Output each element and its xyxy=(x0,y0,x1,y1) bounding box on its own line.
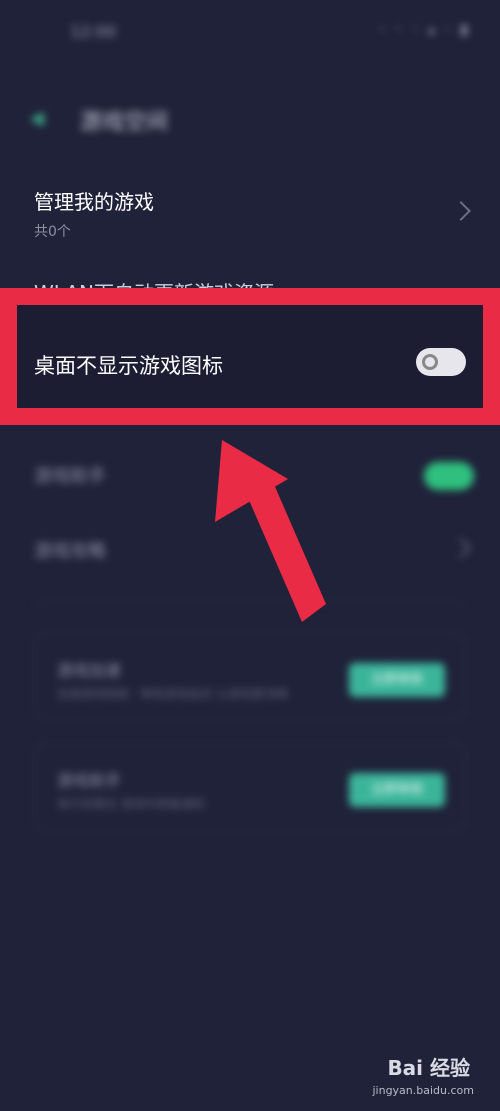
settings-item-game-assistant[interactable]: 游戏助手 xyxy=(34,462,474,490)
toggle-knob xyxy=(422,354,438,370)
highlight-box: 桌面不显示游戏图标 xyxy=(0,288,500,425)
game-assistant-toggle[interactable] xyxy=(424,462,474,490)
settings-item-label: 管理我的游戏 xyxy=(34,190,154,214)
settings-item-hide-icon-label: 桌面不显示游戏图标 xyxy=(34,354,223,378)
card-desc: 免打扰模式 游戏时屏蔽通知 xyxy=(57,797,205,811)
card-desc: 加速游戏网络 · 降低游戏延迟 让游戏更流畅 xyxy=(57,687,289,701)
watermark-url: jingyan.baidu.com xyxy=(372,1084,474,1097)
settings-item-label: 游戏助手 xyxy=(34,466,106,487)
hide-icon-toggle[interactable] xyxy=(416,348,466,376)
card-title: 游戏加速 xyxy=(57,661,122,680)
baidu-logo: Bai 经验 xyxy=(387,1056,470,1080)
feature-card: 游戏加速 加速游戏网络 · 降低游戏延迟 让游戏更流畅 立即体验 xyxy=(34,632,466,720)
card-title: 游戏助手 xyxy=(57,771,122,790)
settings-item-sub: 共0个 xyxy=(34,224,71,240)
divider xyxy=(34,602,466,603)
page-title: 游戏空间 xyxy=(80,110,169,135)
page-header: ◀ 游戏空间 xyxy=(30,100,330,140)
card-button[interactable]: 立即体验 xyxy=(349,663,445,697)
status-icons: ◦ ◦ ◦ ▴ ◦ ▮ xyxy=(377,22,470,38)
settings-item-game-guide[interactable]: 游戏攻略 xyxy=(34,537,474,563)
settings-item-label: 游戏攻略 xyxy=(34,541,106,562)
settings-item-manage-games[interactable]: 管理我的游戏 共0个 xyxy=(34,186,474,241)
status-time: 12:00 xyxy=(70,22,117,41)
back-arrow-icon[interactable]: ◀ xyxy=(30,108,50,129)
card-button[interactable]: 立即体验 xyxy=(349,773,445,807)
feature-card: 游戏助手 免打扰模式 游戏时屏蔽通知 立即体验 xyxy=(34,742,466,832)
status-bar: 12:00 ◦ ◦ ◦ ▴ ◦ ▮ xyxy=(0,0,500,70)
